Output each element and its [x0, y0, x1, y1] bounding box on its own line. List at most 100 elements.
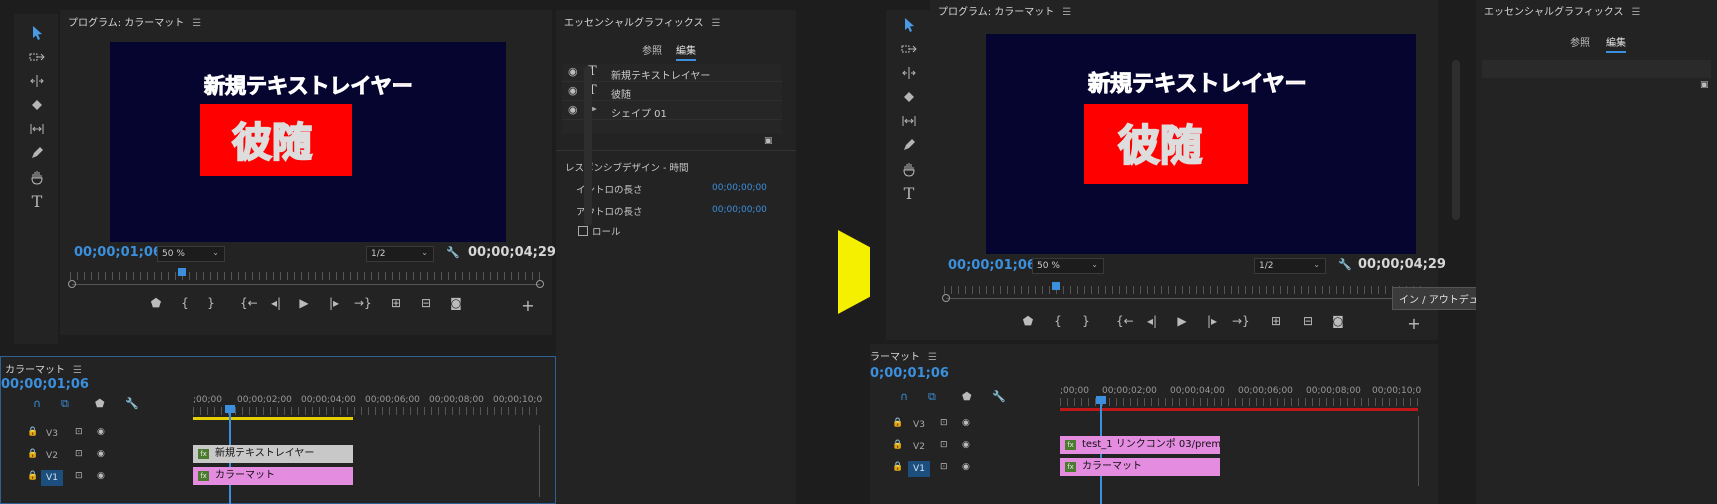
timeline-clip[interactable]: fx test_1 リンクコンポ 03/premier: [1060, 436, 1220, 454]
mark-in-button[interactable]: {: [1050, 314, 1066, 328]
lock-icon[interactable]: 🔒: [27, 471, 38, 481]
tab-edit[interactable]: 編集: [1606, 34, 1626, 53]
slip-tool-icon[interactable]: [898, 110, 920, 132]
timeline-clip[interactable]: fx 新規テキストレイヤー: [193, 445, 353, 463]
add-button-plus-icon[interactable]: +: [1406, 314, 1422, 333]
quality-select[interactable]: 1/2 ⌄: [366, 246, 434, 262]
settings-wrench-icon[interactable]: 🔧: [446, 246, 460, 259]
track-output-icon[interactable]: ⊡: [940, 462, 948, 472]
lift-button[interactable]: ⊞: [1268, 314, 1284, 328]
mark-out-button[interactable]: }: [1078, 314, 1094, 328]
timeline-ruler[interactable]: [1060, 398, 1418, 406]
visibility-eye-icon[interactable]: ◉: [568, 103, 578, 116]
slip-tool-icon[interactable]: [26, 118, 48, 140]
hand-tool-icon[interactable]: [26, 166, 48, 188]
linked-selection-icon[interactable]: ⧉: [928, 390, 936, 404]
new-layer-icon[interactable]: ▣: [764, 136, 773, 146]
roll-checkbox[interactable]: [578, 226, 588, 236]
go-to-in-button[interactable]: {←: [1116, 314, 1134, 328]
visibility-eye-icon[interactable]: ◉: [568, 65, 578, 78]
monitor-playhead[interactable]: [1052, 282, 1060, 290]
snap-magnet-icon[interactable]: ∩: [33, 397, 41, 410]
visibility-eye-icon[interactable]: ◉: [962, 418, 970, 428]
lock-icon[interactable]: 🔒: [27, 427, 38, 437]
type-tool-icon[interactable]: T: [898, 182, 920, 204]
monitor-playhead[interactable]: [178, 268, 186, 276]
lock-icon[interactable]: 🔒: [892, 440, 903, 450]
visibility-eye-icon[interactable]: ◉: [962, 462, 970, 472]
visibility-eye-icon[interactable]: ◉: [97, 471, 105, 481]
lift-button[interactable]: ⊞: [388, 296, 404, 310]
track-label[interactable]: V3: [908, 417, 930, 433]
add-marker-icon[interactable]: ⬟: [962, 390, 972, 403]
timeline-vscroll[interactable]: [1418, 416, 1419, 486]
go-to-out-button[interactable]: →}: [1232, 314, 1250, 328]
timeline-playhead-head[interactable]: [1096, 396, 1106, 404]
panel-menu-icon[interactable]: ☰: [928, 352, 937, 363]
timeline-ruler[interactable]: [193, 407, 537, 415]
track-output-icon[interactable]: ⊡: [940, 418, 948, 428]
type-tool-icon[interactable]: T: [26, 190, 48, 212]
panel-menu-icon[interactable]: ☰: [1062, 7, 1071, 18]
track-output-icon[interactable]: ⊡: [75, 471, 83, 481]
track-label[interactable]: V1: [908, 461, 930, 477]
layer-row[interactable]: ◉ T 彼随: [562, 83, 782, 101]
monitor-scrollbar[interactable]: [946, 298, 1422, 299]
timeline-playhead-head[interactable]: [225, 405, 235, 413]
timeline-settings-wrench-icon[interactable]: 🔧: [992, 390, 1006, 403]
tab-browse[interactable]: 参照: [642, 42, 662, 57]
monitor-time-ruler[interactable]: [70, 272, 542, 280]
new-layer-icon[interactable]: ▣: [1700, 80, 1709, 90]
lock-icon[interactable]: 🔒: [892, 462, 903, 472]
selection-tool-icon[interactable]: [26, 22, 48, 44]
scroll-handle-left[interactable]: [942, 294, 950, 302]
current-timecode[interactable]: 00;00;01;06: [948, 258, 1036, 273]
timeline-timecode[interactable]: 0;00;01;06: [870, 366, 949, 381]
go-to-in-button[interactable]: {←: [240, 296, 258, 310]
zoom-select[interactable]: 50 % ⌄: [157, 246, 225, 262]
ripple-edit-tool-icon[interactable]: [26, 70, 48, 92]
panel-menu-icon[interactable]: ☰: [712, 18, 721, 29]
export-frame-camera-icon[interactable]: ◙: [1330, 314, 1346, 328]
track-output-icon[interactable]: ⊡: [75, 449, 83, 459]
razor-tool-icon[interactable]: [26, 94, 48, 116]
scroll-handle-left[interactable]: [68, 280, 76, 288]
lock-icon[interactable]: 🔒: [892, 418, 903, 428]
add-marker-icon[interactable]: ⬟: [95, 397, 105, 410]
monitor-vscroll[interactable]: [1452, 60, 1460, 220]
monitor-time-ruler[interactable]: [944, 286, 1424, 294]
quality-select[interactable]: 1/2 ⌄: [1254, 258, 1326, 274]
track-label[interactable]: V2: [41, 448, 63, 464]
selection-tool-icon[interactable]: [898, 14, 920, 36]
pen-tool-icon[interactable]: [898, 134, 920, 156]
add-button-plus-icon[interactable]: +: [520, 296, 536, 315]
step-forward-button[interactable]: |▸: [1204, 314, 1220, 328]
panel-menu-icon[interactable]: ☰: [1632, 7, 1641, 18]
marker-button[interactable]: ⬟: [1020, 314, 1036, 328]
track-select-tool-icon[interactable]: [26, 46, 48, 68]
track-label[interactable]: V2: [908, 439, 930, 455]
track-output-icon[interactable]: ⊡: [940, 440, 948, 450]
work-area-bar[interactable]: [1060, 408, 1418, 411]
hand-tool-icon[interactable]: [898, 158, 920, 180]
visibility-eye-icon[interactable]: ◉: [568, 84, 578, 97]
marker-button[interactable]: ⬟: [148, 296, 164, 310]
settings-wrench-icon[interactable]: 🔧: [1338, 258, 1352, 271]
snap-magnet-icon[interactable]: ∩: [900, 390, 908, 403]
visibility-eye-icon[interactable]: ◉: [97, 427, 105, 437]
work-area-bar[interactable]: [193, 417, 353, 420]
step-forward-button[interactable]: |▸: [326, 296, 342, 310]
track-output-icon[interactable]: ⊡: [75, 427, 83, 437]
track-label[interactable]: V3: [41, 426, 63, 442]
play-button[interactable]: ▶: [296, 296, 312, 310]
lock-icon[interactable]: 🔒: [27, 449, 38, 459]
tab-browse[interactable]: 参照: [1570, 34, 1590, 49]
current-timecode[interactable]: 00;00;01;06: [74, 245, 162, 260]
pen-tool-icon[interactable]: [26, 142, 48, 164]
timeline-vscroll[interactable]: [539, 425, 540, 497]
timeline-clip[interactable]: fx カラーマット: [1060, 458, 1220, 476]
mark-in-button[interactable]: {: [177, 296, 193, 310]
timeline-settings-wrench-icon[interactable]: 🔧: [125, 397, 139, 410]
zoom-select[interactable]: 50 % ⌄: [1032, 258, 1104, 274]
intro-length-value[interactable]: 00;00;00;00: [712, 183, 767, 193]
